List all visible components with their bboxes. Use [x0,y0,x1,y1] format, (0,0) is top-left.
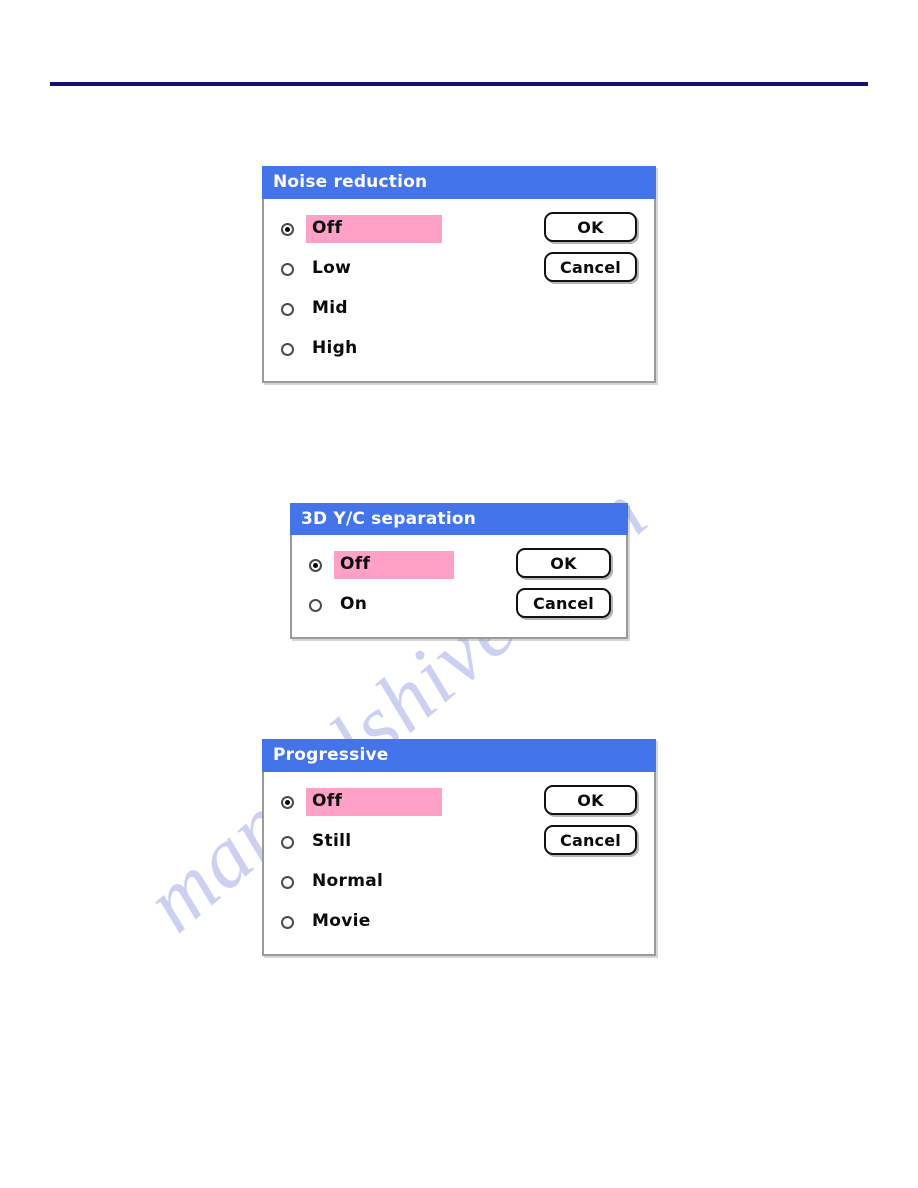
option-list: Off Low Mid High [264,209,544,369]
radio-button-icon[interactable] [281,875,294,889]
cancel-button[interactable]: Cancel [544,825,637,855]
ok-button[interactable]: OK [544,785,637,815]
ok-button[interactable]: OK [516,548,611,578]
dialog-titlebar: Noise reduction [262,166,656,199]
radio-button-icon[interactable] [281,342,294,356]
dialog-titlebar: Progressive [262,739,656,772]
radio-button-icon[interactable] [281,262,294,276]
radio-button-icon[interactable] [281,302,294,316]
option-row[interactable]: Mid [281,289,544,329]
dialog-title: Noise reduction [273,172,428,192]
option-list: Off Still Normal Movie [264,782,544,942]
dialog-progressive: Progressive Off Still Normal Movie OK Ca… [262,739,656,956]
option-label: On [340,594,368,614]
dialog-noise-reduction: Noise reduction Off Low Mid High OK Canc… [262,166,656,383]
option-label: High [312,338,358,358]
option-label: Movie [312,911,371,931]
option-row[interactable]: Off [309,545,516,585]
option-row[interactable]: Still [281,822,544,862]
option-row[interactable]: Low [281,249,544,289]
dialog-3d-yc-separation: 3D Y/C separation Off On OK Cancel [290,503,628,639]
option-label: Normal [312,871,384,891]
option-label: Still [312,831,352,851]
option-row[interactable]: Movie [281,902,544,942]
header-rule [50,82,868,86]
dialog-body: Off Low Mid High OK Cancel [264,199,654,381]
option-row[interactable]: Off [281,782,544,822]
dialog-buttons: OK Cancel [516,545,626,625]
radio-button-icon[interactable] [309,558,322,572]
dialog-body: Off On OK Cancel [292,535,626,637]
dialog-buttons: OK Cancel [544,209,654,369]
dialog-title: 3D Y/C separation [301,508,477,529]
cancel-button[interactable]: Cancel [516,588,611,618]
option-label: Off [306,788,442,816]
option-row[interactable]: Normal [281,862,544,902]
option-list: Off On [292,545,516,625]
cancel-button[interactable]: Cancel [544,252,637,282]
option-label: Off [306,215,442,243]
dialog-title: Progressive [273,745,389,765]
dialog-titlebar: 3D Y/C separation [290,503,628,535]
radio-button-icon[interactable] [281,915,294,929]
ok-button[interactable]: OK [544,212,637,242]
option-label: Mid [312,298,348,318]
option-row[interactable]: On [309,585,516,625]
radio-button-icon[interactable] [281,222,294,236]
option-label: Off [334,551,454,579]
radio-button-icon[interactable] [281,795,294,809]
radio-button-icon[interactable] [309,598,322,612]
dialog-buttons: OK Cancel [544,782,654,942]
radio-button-icon[interactable] [281,835,294,849]
dialog-body: Off Still Normal Movie OK Cancel [264,772,654,954]
option-row[interactable]: High [281,329,544,369]
option-row[interactable]: Off [281,209,544,249]
option-label: Low [312,258,352,278]
